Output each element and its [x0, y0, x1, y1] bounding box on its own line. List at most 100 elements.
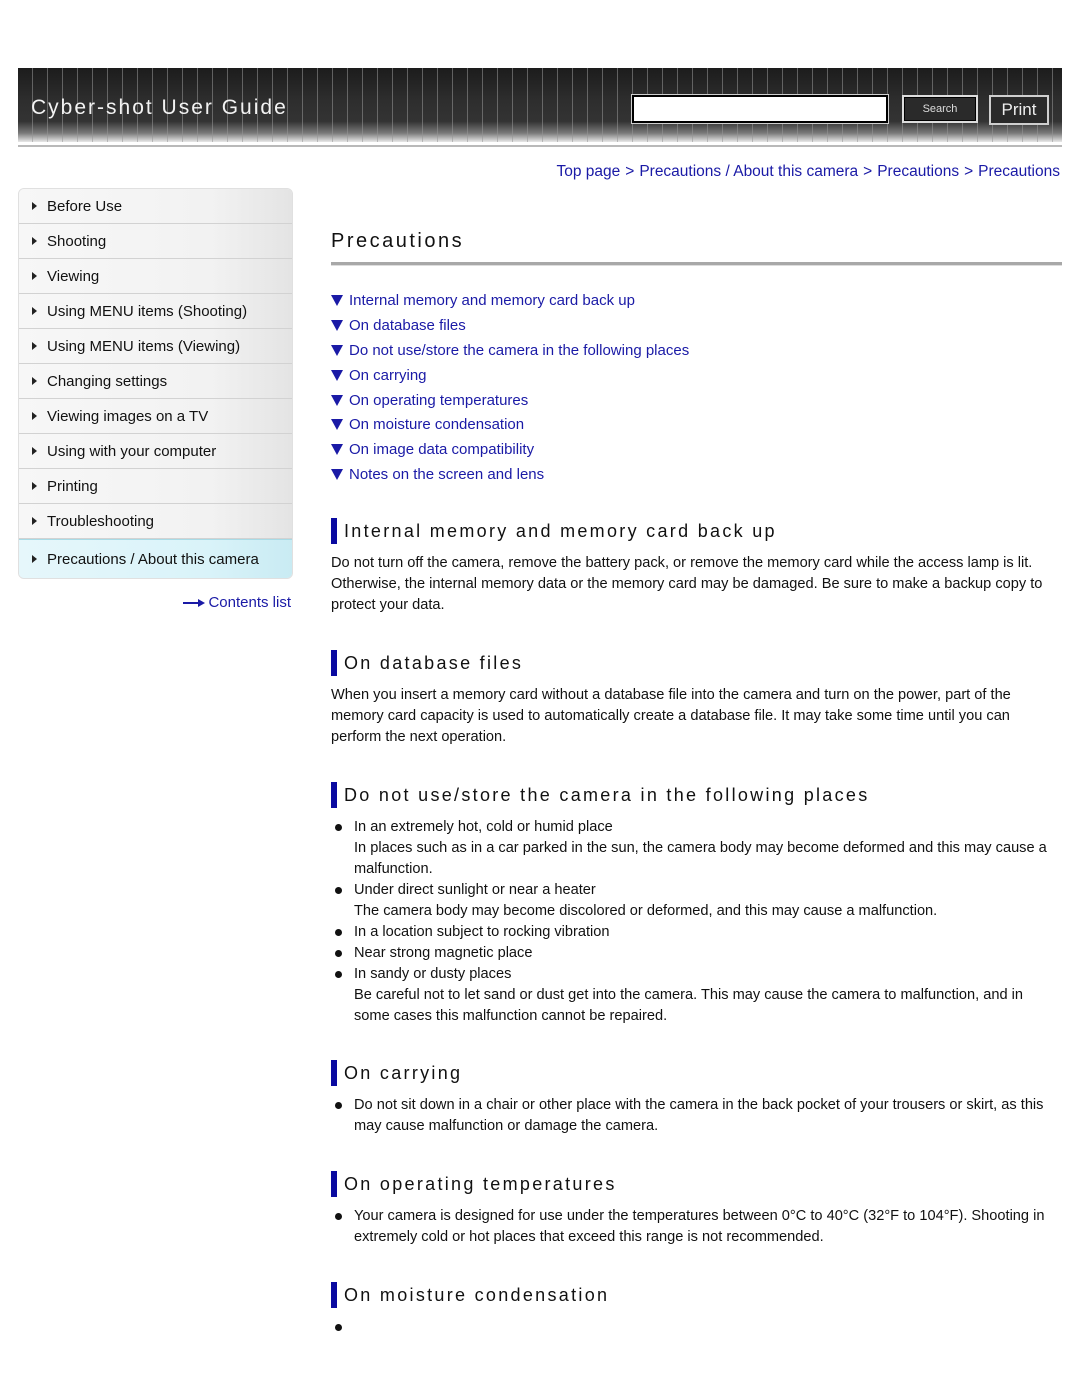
sidebar-item-label: Before Use — [47, 197, 123, 215]
sidebar-item-printing[interactable]: Printing — [19, 469, 292, 504]
caret-right-icon — [32, 447, 37, 455]
caret-right-icon — [32, 237, 37, 245]
section-heading: Internal memory and memory card back up — [344, 520, 777, 541]
sidebar-item-label: Using MENU items (Viewing) — [47, 337, 241, 355]
toc-link-database[interactable]: On database files — [331, 313, 1062, 338]
main-content: Precautions Internal memory and memory c… — [331, 226, 1062, 1331]
bullet-item: Near strong magnetic place — [331, 943, 1062, 964]
section-moisture: On moisture condensation — [331, 1282, 1062, 1338]
toc-label: On operating temperatures — [349, 391, 529, 409]
triangle-down-icon — [331, 294, 343, 306]
sidebar-item-precautions[interactable]: Precautions / About this camera — [19, 539, 292, 578]
breadcrumb-precautions[interactable]: Precautions — [877, 163, 959, 180]
section-marker — [331, 1060, 337, 1086]
section-places: Do not use/store the camera in the follo… — [331, 782, 1062, 1027]
section-heading: On operating temperatures — [344, 1173, 617, 1194]
section-carrying: On carrying Do not sit down in a chair o… — [331, 1060, 1062, 1137]
toc-link-temperatures[interactable]: On operating temperatures — [331, 388, 1062, 413]
site-title: Cyber-shot User Guide — [31, 96, 288, 119]
toc-label: On carrying — [349, 366, 427, 384]
bullet-detail: In places such as in a car parked in the… — [354, 840, 1047, 877]
print-button[interactable]: Print — [989, 95, 1049, 125]
bullet-list: Your camera is designed for use under th… — [331, 1206, 1062, 1248]
contents-list-label: Contents list — [208, 594, 291, 611]
sidebar-nav: Before Use Shooting Viewing Using MENU i… — [18, 188, 293, 579]
caret-right-icon — [32, 377, 37, 385]
sidebar-item-menu-viewing[interactable]: Using MENU items (Viewing) — [19, 329, 292, 364]
section-marker — [331, 1282, 337, 1308]
section-temperatures: On operating temperatures Your camera is… — [331, 1171, 1062, 1248]
section-marker — [331, 650, 337, 676]
header-divider — [18, 145, 1062, 147]
page-title: Precautions — [331, 230, 465, 252]
triangle-down-icon — [331, 469, 343, 481]
bullet-detail: The camera body may become discolored or… — [354, 903, 938, 919]
sidebar-item-label: Troubleshooting — [47, 512, 155, 530]
section-text: Do not turn off the camera, remove the b… — [331, 555, 1043, 613]
breadcrumb-separator: > — [964, 163, 974, 180]
triangle-down-icon — [331, 344, 343, 356]
search-input[interactable] — [631, 94, 889, 124]
sidebar-item-label: Shooting — [47, 232, 107, 250]
triangle-down-icon — [331, 444, 343, 456]
breadcrumb-separator: > — [863, 163, 873, 180]
title-divider — [331, 262, 1062, 266]
caret-right-icon — [32, 482, 37, 490]
toc-label: On database files — [349, 316, 466, 334]
sidebar-item-label: Viewing — [47, 267, 100, 285]
section-text: When you insert a memory card without a … — [331, 687, 1011, 745]
toc-link-moisture[interactable]: On moisture condensation — [331, 412, 1062, 437]
triangle-down-icon — [331, 319, 343, 331]
arrow-right-icon — [183, 598, 206, 607]
caret-right-icon — [32, 307, 37, 315]
sidebar-item-viewing-tv[interactable]: Viewing images on a TV — [19, 399, 292, 434]
triangle-down-icon — [331, 419, 343, 431]
bullet-detail: Be careful not to let sand or dust get i… — [354, 987, 1023, 1024]
caret-right-icon — [32, 412, 37, 420]
contents-list-link[interactable]: Contents list — [183, 594, 291, 611]
section-heading: On carrying — [344, 1062, 463, 1083]
sidebar-item-computer[interactable]: Using with your computer — [19, 434, 292, 469]
bullet-item: In sandy or dusty places — [331, 964, 1062, 985]
sidebar-item-menu-shooting[interactable]: Using MENU items (Shooting) — [19, 294, 292, 329]
toc-label: On image data compatibility — [349, 441, 535, 459]
breadcrumb-precautions-about[interactable]: Precautions / About this camera — [639, 163, 858, 180]
toc-link-screen-lens[interactable]: Notes on the screen and lens — [331, 462, 1062, 487]
bullet-item: In a location subject to rocking vibrati… — [331, 922, 1062, 943]
toc-label: On moisture condensation — [349, 416, 525, 434]
toc-label: Internal memory and memory card back up — [349, 291, 635, 309]
caret-right-icon — [32, 202, 37, 210]
bullet-list: In an extremely hot, cold or humid place… — [331, 817, 1062, 1027]
sidebar-item-label: Using with your computer — [47, 442, 217, 460]
section-heading: On moisture condensation — [344, 1284, 610, 1305]
bullet-item: Do not sit down in a chair or other plac… — [331, 1095, 1062, 1137]
section-marker — [331, 782, 337, 808]
sidebar-item-viewing[interactable]: Viewing — [19, 259, 292, 294]
section-marker — [331, 518, 337, 544]
bullet-item: In an extremely hot, cold or humid place — [331, 817, 1062, 838]
toc-label: Notes on the screen and lens — [349, 466, 545, 484]
sidebar-item-label: Changing settings — [47, 372, 168, 390]
sidebar-item-changing-settings[interactable]: Changing settings — [19, 364, 292, 399]
toc-link-internal-memory[interactable]: Internal memory and memory card back up — [331, 288, 1062, 313]
caret-right-icon — [32, 272, 37, 280]
search-button[interactable]: Search — [902, 95, 978, 123]
caret-right-icon — [32, 555, 37, 563]
bullet-list: Do not sit down in a chair or other plac… — [331, 1095, 1062, 1137]
bullet-list — [331, 1317, 1062, 1338]
sidebar-item-before-use[interactable]: Before Use — [19, 189, 292, 224]
breadcrumb-current[interactable]: Precautions — [978, 163, 1060, 180]
toc-link-compatibility[interactable]: On image data compatibility — [331, 437, 1062, 462]
sidebar-item-troubleshooting[interactable]: Troubleshooting — [19, 504, 292, 539]
bullet-item: Under direct sunlight or near a heater — [331, 880, 1062, 901]
sidebar-item-label: Printing — [47, 477, 98, 495]
section-internal-memory: Internal memory and memory card back up … — [331, 518, 1062, 616]
toc-link-carrying[interactable]: On carrying — [331, 363, 1062, 388]
breadcrumb-separator: > — [625, 163, 635, 180]
triangle-down-icon — [331, 394, 343, 406]
breadcrumb-top-page[interactable]: Top page — [556, 163, 620, 180]
sidebar-item-shooting[interactable]: Shooting — [19, 224, 292, 259]
breadcrumb: Top page > Precautions / About this camera… — [556, 163, 1060, 181]
toc-link-places[interactable]: Do not use/store the camera in the follo… — [331, 338, 1062, 363]
header-banner: Cyber-shot User Guide Search Print — [18, 68, 1062, 142]
